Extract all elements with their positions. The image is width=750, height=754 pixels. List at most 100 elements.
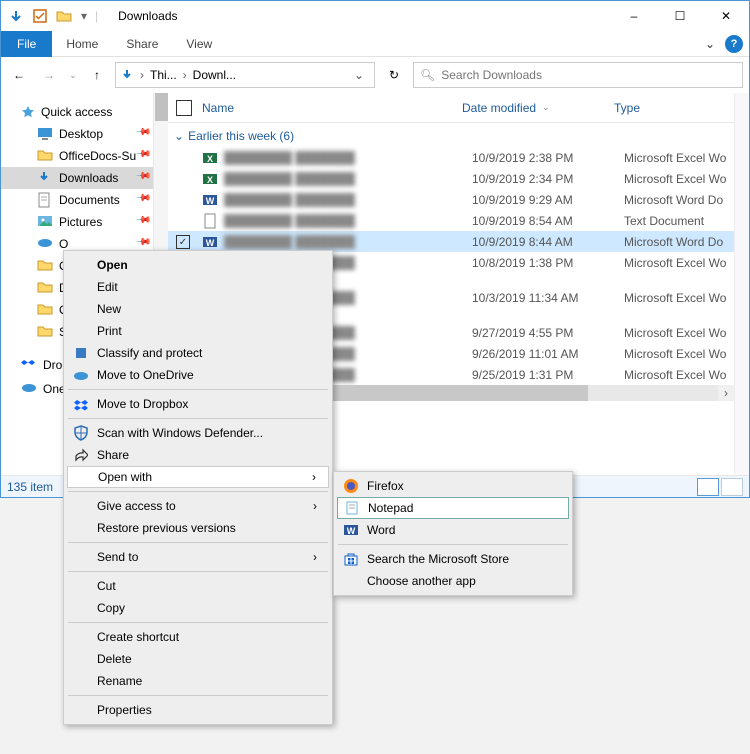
submenu-choose-another[interactable]: Choose another app: [337, 570, 569, 592]
menu-defender[interactable]: Scan with Windows Defender...: [67, 422, 329, 444]
file-row[interactable]: W████████ ███████10/9/2019 8:44 AMMicros…: [168, 231, 734, 252]
file-checkbox[interactable]: [176, 234, 192, 250]
help-icon[interactable]: ?: [725, 35, 743, 53]
menu-rename[interactable]: Rename: [67, 670, 329, 692]
pin-icon: 📌: [134, 146, 151, 163]
sidebar-item-officedocs-su[interactable]: OfficeDocs-Su📌: [1, 145, 153, 167]
view-tab[interactable]: View: [172, 31, 226, 57]
file-type: Microsoft Word Do: [624, 235, 734, 249]
svg-text:W: W: [206, 238, 215, 248]
file-date: 10/8/2019 1:38 PM: [472, 256, 624, 270]
menu-new[interactable]: New: [67, 298, 329, 320]
folder-icon: [37, 324, 53, 340]
icons-view-button[interactable]: [721, 478, 743, 496]
up-button[interactable]: ↑: [85, 63, 109, 87]
minimize-button[interactable]: –: [611, 1, 657, 31]
refresh-button[interactable]: ↻: [381, 62, 407, 88]
chevron-right-icon[interactable]: ›: [138, 68, 146, 82]
submenu-word[interactable]: WWord: [337, 519, 569, 541]
vertical-scrollbar[interactable]: [734, 93, 749, 475]
file-type: Microsoft Excel Wo: [624, 326, 734, 340]
share-tab[interactable]: Share: [112, 31, 172, 57]
chevron-right-icon[interactable]: ›: [181, 68, 189, 82]
maximize-button[interactable]: ☐: [657, 1, 703, 31]
menu-open[interactable]: Open: [67, 254, 329, 276]
select-all-checkbox[interactable]: [176, 100, 192, 116]
word-icon: W: [342, 521, 360, 539]
details-view-button[interactable]: [697, 478, 719, 496]
history-dropdown-icon[interactable]: ⌄: [67, 63, 79, 87]
menu-create-shortcut[interactable]: Create shortcut: [67, 626, 329, 648]
file-tab[interactable]: File: [1, 31, 52, 57]
file-row[interactable]: ████████ ███████10/9/2019 8:54 AMText Do…: [168, 210, 734, 231]
file-row[interactable]: X████████ ███████10/9/2019 2:38 PMMicros…: [168, 147, 734, 168]
search-icon: 🔍︎: [420, 68, 435, 82]
menu-properties[interactable]: Properties: [67, 699, 329, 721]
scroll-right-icon[interactable]: ›: [718, 385, 734, 401]
menu-delete[interactable]: Delete: [67, 648, 329, 670]
file-date: 10/9/2019 9:29 AM: [472, 193, 624, 207]
menu-dropbox[interactable]: Move to Dropbox: [67, 393, 329, 415]
home-tab[interactable]: Home: [52, 31, 112, 57]
properties-icon[interactable]: [31, 7, 49, 25]
breadcrumb-item[interactable]: Downl...: [193, 68, 236, 82]
excel-icon: X: [202, 171, 218, 187]
menu-onedrive[interactable]: Move to OneDrive: [67, 364, 329, 386]
down-arrow-icon[interactable]: [7, 7, 25, 25]
folder-icon[interactable]: [55, 7, 73, 25]
sidebar-item-downloads[interactable]: Downloads📌: [1, 167, 153, 189]
search-box[interactable]: 🔍︎: [413, 62, 743, 88]
file-type: Microsoft Excel Wo: [624, 256, 734, 270]
excel-icon: X: [202, 150, 218, 166]
submenu-firefox[interactable]: Firefox: [337, 475, 569, 497]
word-icon: W: [202, 234, 218, 250]
defender-shield-icon: [72, 424, 90, 442]
desktop-icon: [37, 126, 53, 142]
open-with-submenu: Firefox Notepad WWord Search the Microso…: [333, 471, 573, 596]
chevron-right-icon: ›: [313, 550, 317, 564]
menu-open-with[interactable]: Open with›: [67, 466, 329, 488]
close-button[interactable]: ✕: [703, 1, 749, 31]
menu-send-to[interactable]: Send to›: [67, 546, 329, 568]
column-date[interactable]: Date modified⌄: [462, 101, 614, 115]
address-box[interactable]: › Thi... › Downl... ⌄: [115, 62, 375, 88]
menu-edit[interactable]: Edit: [67, 276, 329, 298]
forward-button[interactable]: →: [37, 63, 61, 87]
quick-access-header[interactable]: Quick access: [1, 101, 153, 123]
menu-copy[interactable]: Copy: [67, 597, 329, 619]
file-type: Microsoft Excel Wo: [624, 291, 734, 305]
file-name: ████████ ███████: [224, 214, 472, 228]
text-icon: [202, 213, 218, 229]
file-row[interactable]: X████████ ███████10/9/2019 2:34 PMMicros…: [168, 168, 734, 189]
back-button[interactable]: ←: [7, 63, 31, 87]
sidebar-item-pictures[interactable]: Pictures📌: [1, 211, 153, 233]
ribbon-expand-icon[interactable]: ⌄: [695, 37, 725, 51]
menu-give-access[interactable]: Give access to›: [67, 495, 329, 517]
menu-share[interactable]: Share: [67, 444, 329, 466]
menu-cut[interactable]: Cut: [67, 575, 329, 597]
submenu-store[interactable]: Search the Microsoft Store: [337, 548, 569, 570]
sidebar-item-label: Desktop: [59, 127, 103, 141]
search-input[interactable]: [441, 68, 736, 82]
address-bar: ← → ⌄ ↑ › Thi... › Downl... ⌄ ↻ 🔍︎: [1, 57, 749, 93]
menu-classify[interactable]: Classify and protect: [67, 342, 329, 364]
sidebar-item-label: Pictures: [59, 215, 102, 229]
file-group-header[interactable]: ⌄ Earlier this week (6): [168, 123, 734, 147]
menu-print[interactable]: Print: [67, 320, 329, 342]
sidebar-item-label: Downloads: [59, 171, 118, 185]
address-dropdown-icon[interactable]: ⌄: [348, 68, 370, 82]
qat-dropdown-icon[interactable]: ▾: [79, 7, 89, 25]
sidebar-item-desktop[interactable]: Desktop📌: [1, 123, 153, 145]
breadcrumb-item[interactable]: Thi...: [150, 68, 177, 82]
sidebar-item-documents[interactable]: Documents📌: [1, 189, 153, 211]
firefox-icon: [342, 477, 360, 495]
file-date: 10/9/2019 2:38 PM: [472, 151, 624, 165]
share-icon: [72, 446, 90, 464]
sort-desc-icon: ⌄: [542, 102, 550, 113]
column-type[interactable]: Type: [614, 101, 734, 115]
column-name[interactable]: Name: [202, 101, 462, 115]
file-row[interactable]: W████████ ███████10/9/2019 9:29 AMMicros…: [168, 189, 734, 210]
submenu-notepad[interactable]: Notepad: [337, 497, 569, 519]
menu-restore[interactable]: Restore previous versions: [67, 517, 329, 539]
dropbox-icon: [21, 357, 37, 373]
